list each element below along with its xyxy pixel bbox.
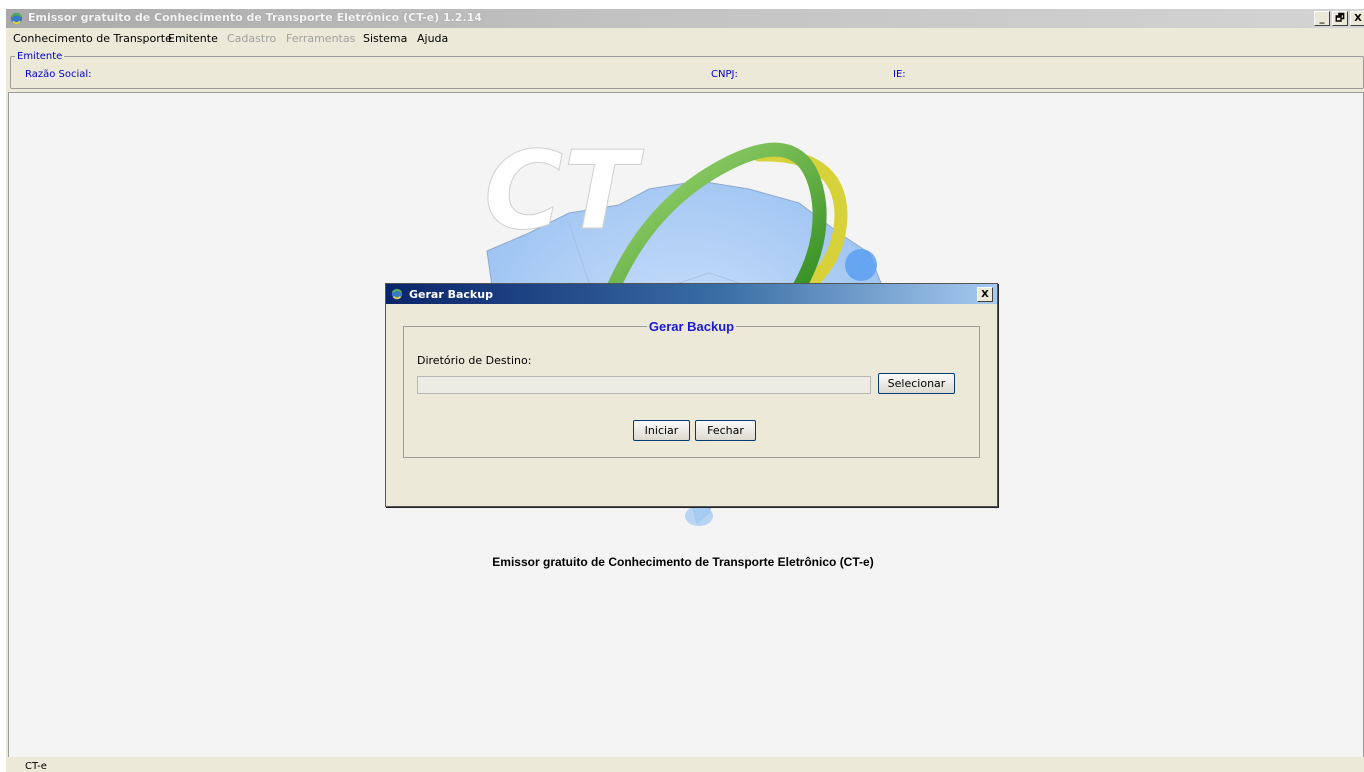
backup-group-legend: Gerar Backup	[404, 319, 979, 334]
menu-sistema[interactable]: Sistema	[363, 32, 407, 45]
menu-cadastro[interactable]: Cadastro	[227, 32, 276, 45]
dialog-close-button[interactable]: X	[977, 287, 993, 302]
cnpj-label: CNPJ:	[711, 69, 738, 80]
window-title: Emissor gratuito de Conhecimento de Tran…	[28, 11, 482, 24]
dialog-title: Gerar Backup	[409, 288, 493, 301]
menu-bar: Conhecimento de Transporte Emitente Cada…	[6, 28, 1364, 48]
select-dir-button[interactable]: Selecionar	[878, 373, 955, 394]
menu-ajuda[interactable]: Ajuda	[417, 32, 448, 45]
restore-button[interactable]: 🗗	[1332, 11, 1348, 26]
menu-ferramentas[interactable]: Ferramentas	[286, 32, 355, 45]
razao-social-label: Razão Social:	[25, 69, 92, 80]
emitente-legend: Emitente	[15, 51, 65, 62]
dialog-app-icon	[391, 288, 403, 300]
ie-label: IE:	[893, 69, 906, 80]
emitente-panel: Emitente Razão Social: CNPJ: IE:	[10, 51, 1364, 89]
destination-dir-label: Diretório de Destino:	[417, 354, 532, 367]
destination-dir-input[interactable]	[417, 376, 871, 394]
menu-conhecimento-de-transporte[interactable]: Conhecimento de Transporte	[13, 32, 172, 45]
menu-emitente[interactable]: Emitente	[168, 32, 218, 45]
app-caption: Emissor gratuito de Conhecimento de Tran…	[492, 555, 874, 569]
title-bar[interactable]: Emissor gratuito de Conhecimento de Tran…	[6, 9, 1364, 28]
cte-logo-text: CT	[484, 129, 644, 254]
status-bar: CT-e	[6, 757, 1364, 772]
backup-group-title: Gerar Backup	[646, 319, 737, 334]
close-button[interactable]: Fechar	[695, 420, 756, 441]
app-icon	[10, 12, 23, 25]
start-button[interactable]: Iniciar	[633, 420, 690, 441]
window-controls: _ 🗗 X	[1314, 11, 1364, 26]
gerar-backup-dialog: Gerar Backup X Gerar Backup Diretório de…	[385, 283, 998, 507]
close-window-button[interactable]: X	[1350, 11, 1364, 26]
dialog-title-bar[interactable]: Gerar Backup X	[386, 284, 997, 304]
minimize-button[interactable]: _	[1314, 11, 1330, 26]
status-text: CT-e	[25, 761, 47, 772]
